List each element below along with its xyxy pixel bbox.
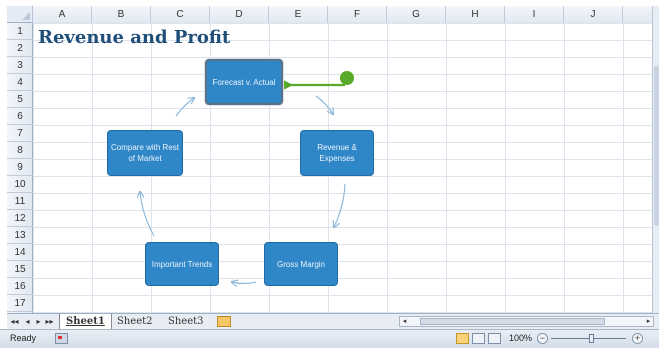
cycle-arrow xyxy=(140,192,155,237)
tab-sheet1[interactable]: Sheet1 xyxy=(59,314,112,329)
cycle-arrow xyxy=(315,95,333,114)
page-layout-view-icon[interactable] xyxy=(472,333,485,344)
zoom-in-button[interactable]: + xyxy=(632,333,643,344)
cycle-step-important-trends[interactable]: Important Trends xyxy=(145,242,219,286)
horizontal-scroll-thumb[interactable] xyxy=(420,318,605,325)
zoom-level[interactable]: 100% xyxy=(509,333,532,343)
tab-sheet2[interactable]: Sheet2 xyxy=(111,314,159,329)
zoom-slider-thumb[interactable] xyxy=(589,334,594,343)
excel-window: A B C D E F G H I J 1 2 3 4 5 6 7 8 9 10… xyxy=(0,0,659,348)
cycle-step-gross-margin[interactable]: Gross Margin xyxy=(264,242,338,286)
cycle-arrow xyxy=(175,98,194,117)
page-break-view-icon[interactable] xyxy=(488,333,501,344)
macro-record-icon[interactable] xyxy=(55,333,68,344)
last-sheet-button[interactable]: ▸▸ xyxy=(45,316,54,327)
horizontal-scrollbar[interactable]: ◂ ▸ xyxy=(399,316,654,327)
prev-sheet-button[interactable]: ◂ xyxy=(23,316,32,327)
cycle-step-revenue-expenses[interactable]: Revenue & Expenses xyxy=(300,130,374,176)
cycle-arrow xyxy=(232,282,257,284)
pointer-dot xyxy=(340,71,354,85)
tab-sheet3[interactable]: Sheet3 xyxy=(162,314,210,329)
status-bar: Ready 100% − + xyxy=(0,329,659,348)
scroll-right-icon[interactable]: ▸ xyxy=(644,317,653,326)
vertical-scroll-thumb[interactable] xyxy=(654,66,659,226)
cycle-step-forecast-v-actual[interactable]: Forecast v. Actual xyxy=(205,59,283,105)
vertical-scrollbar[interactable] xyxy=(652,6,659,313)
zoom-out-button[interactable]: − xyxy=(537,333,548,344)
next-sheet-button[interactable]: ▸ xyxy=(34,316,43,327)
first-sheet-button[interactable]: ◂◂ xyxy=(10,316,19,327)
cycle-step-compare-with-rest-of-market[interactable]: Compare with Rest of Market xyxy=(107,130,183,176)
insert-sheet-icon[interactable] xyxy=(217,316,231,327)
normal-view-icon[interactable] xyxy=(456,333,469,344)
status-ready: Ready xyxy=(10,333,37,343)
sheet-tab-bar: ◂◂ ◂ ▸ ▸▸ Sheet1 Sheet2 Sheet3 ◂ ▸ xyxy=(7,313,659,329)
scroll-left-icon[interactable]: ◂ xyxy=(400,317,409,326)
cycle-arrow xyxy=(334,183,346,227)
